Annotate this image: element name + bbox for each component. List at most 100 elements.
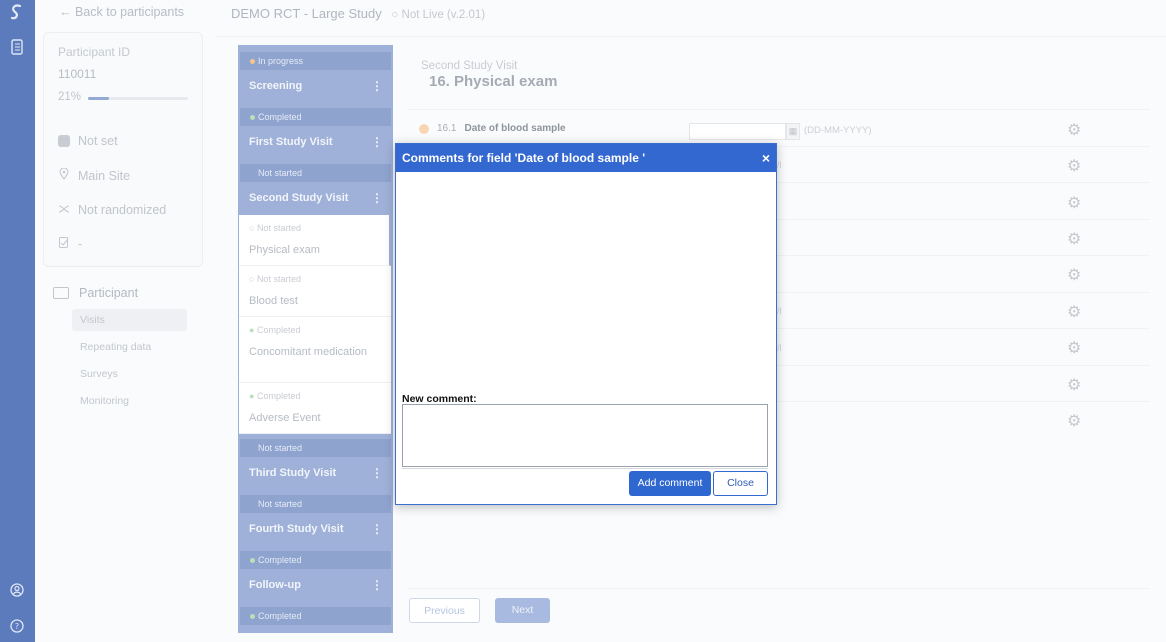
form-item-physical-exam[interactable]: ○ Not started Physical exam [239,215,391,266]
back-to-participants-link[interactable]: ← Back to participants [59,5,184,19]
gear-icon[interactable]: ⚙ [1067,411,1081,431]
visit-name: Follow-up [249,579,301,591]
visit-item-follow-up[interactable]: Follow-up ⋮ [249,575,389,595]
randomization-row[interactable]: Not randomized [58,203,166,217]
notebook-icon[interactable] [7,37,27,57]
site-text: Main Site [78,168,131,183]
folder-icon [53,287,69,299]
row-divider [408,109,1150,110]
svg-text:?: ? [15,622,19,631]
edit-checklist-icon [58,237,70,251]
comment-list [402,178,770,388]
help-icon[interactable]: ? [7,616,27,636]
logo-icon[interactable] [7,2,27,22]
visit-item-fourth-study-visit[interactable]: Fourth Study Visit ⋮ [249,519,389,539]
gear-icon[interactable]: ⚙ [1067,338,1081,358]
extra-text: - [78,237,83,251]
question-number: 16.1 [437,123,457,134]
gear-icon[interactable]: ⚙ [1067,229,1081,249]
comments-dialog: Comments for field 'Date of blood sample… [395,143,777,505]
gear-icon[interactable]: ⚙ [1067,302,1081,322]
visit-status-text: In progress [258,56,304,66]
gear-icon[interactable]: ⚙ [1067,120,1081,140]
visit-status-badge: Completed [240,108,391,126]
user-icon[interactable] [7,580,27,600]
nav-item-surveys[interactable]: Surveys [72,363,187,385]
gear-icon[interactable]: ⚙ [1067,265,1081,285]
visit-item-screening[interactable]: Screening ⋮ [249,76,389,96]
form-item-concomitant-medication[interactable]: ● Completed Concomitant medication [239,317,391,383]
visit-status-badge: Not started [240,164,391,182]
nav-item-monitoring[interactable]: Monitoring [72,390,187,412]
form-item-blood-test[interactable]: ○ Not started Blood test [239,266,391,317]
participant-id-label: Participant ID [58,45,131,59]
gear-icon[interactable]: ⚙ [1067,375,1081,395]
visit-status-badge: Completed [240,607,391,625]
kebab-menu-icon[interactable]: ⋮ [371,132,383,152]
progress-text: 21% [58,91,82,103]
visit-name: Second Study Visit [249,192,349,204]
form-status-text: Completed [256,391,301,401]
form-name: Concomitant medication [249,346,368,358]
study-status: ○ Not Live (v.2.01) [391,9,486,21]
form-name: Blood test [249,295,298,307]
form-status: ● Completed [249,325,301,335]
kebab-menu-icon[interactable]: ⋮ [371,575,383,595]
visit-status-text: Completed [258,555,302,565]
visit-status-badge: Not started [240,495,391,513]
kebab-menu-icon[interactable]: ⋮ [371,76,383,96]
question-label: Date of blood sample [464,123,566,134]
visit-item-second-study-visit[interactable]: Second Study Visit ⋮ [249,188,389,208]
extra-row[interactable]: - [58,237,82,251]
close-button[interactable]: Close [713,471,768,496]
status-dot-icon [250,59,255,65]
new-comment-textarea[interactable] [402,404,768,467]
calendar-icon[interactable]: ▦ [786,123,800,140]
visit-status-badge: In progress [240,52,391,70]
gear-icon[interactable]: ⚙ [1067,193,1081,213]
participant-nav-heading[interactable]: Participant [53,286,138,300]
previous-button[interactable]: Previous [409,598,480,623]
close-icon[interactable]: × [762,144,770,172]
dialog-title: Comments for field 'Date of blood sample… [402,151,646,165]
visit-status-text: Completed [258,112,302,122]
date-input[interactable] [689,123,786,140]
participant-card: Participant ID 110011 21% Not set Main S… [43,32,203,267]
location-pin-icon [58,167,70,183]
study-title: DEMO RCT - Large Study [231,6,382,21]
visit-item-first-study-visit[interactable]: First Study Visit ⋮ [249,132,389,152]
study-status-text: Not Live (v.2.01) [401,9,486,21]
gear-icon[interactable]: ⚙ [1067,156,1081,176]
nav-item-repeating-data[interactable]: Repeating data [72,336,187,358]
shuffle-icon [58,203,70,217]
kebab-menu-icon[interactable]: ⋮ [371,463,383,483]
visit-item-third-study-visit[interactable]: Third Study Visit ⋮ [249,463,389,483]
status-dot-icon [250,115,255,121]
next-button[interactable]: Next [495,598,550,623]
visit-title: Second Study Visit [421,60,518,72]
form-status-text: Completed [256,325,301,335]
page-header: DEMO RCT - Large Study ○ Not Live (v.2.0… [231,6,485,21]
visit-status-badge: Completed [240,551,391,569]
add-comment-button[interactable]: Add comment [629,471,711,496]
visit-name: First Study Visit [249,136,333,148]
nav-item-visits[interactable]: Visits [72,309,187,331]
left-rail: ? [0,0,35,642]
participant-nav-label: Participant [79,286,139,300]
dialog-header: Comments for field 'Date of blood sample… [396,144,776,172]
kebab-menu-icon[interactable]: ⋮ [371,519,383,539]
visit-name: Fourth Study Visit [249,523,344,535]
status-text: Not set [78,134,118,148]
hidden-field-fragment: /l [777,343,782,353]
status-row[interactable]: Not set [58,134,118,148]
dialog-divider [402,468,768,469]
form-status-text: Not started [256,274,301,284]
progress-bar [88,97,188,100]
site-row[interactable]: Main Site [58,167,131,183]
visit-name: Third Study Visit [249,467,337,479]
status-dot-icon [250,558,255,564]
progress-bar-fill [88,97,109,100]
kebab-menu-icon[interactable]: ⋮ [371,188,383,208]
form-item-adverse-event[interactable]: ● Completed Adverse Event [239,383,391,434]
form-status: ○ Not started [249,223,301,233]
